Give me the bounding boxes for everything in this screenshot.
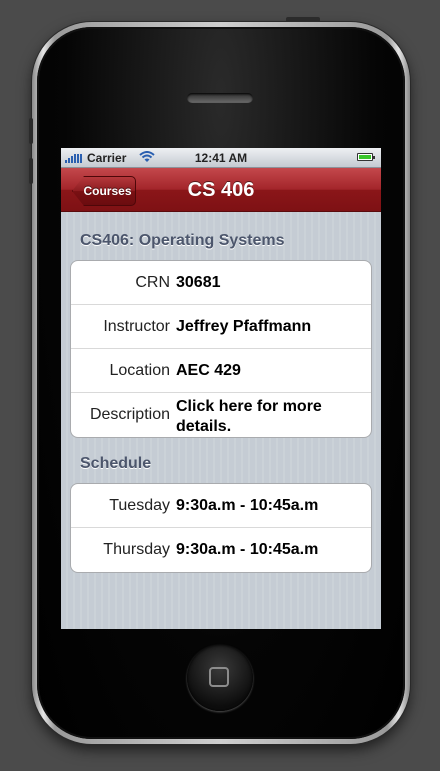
table-row-instructor[interactable]: Instructor Jeffrey Pfaffmann	[71, 305, 371, 349]
sleep-button	[286, 17, 320, 22]
course-section-header: CS406: Operating Systems	[80, 232, 285, 249]
table-row-crn: CRN 30681	[71, 261, 371, 305]
table-row-location[interactable]: Location AEC 429	[71, 349, 371, 393]
table-row-tuesday: Tuesday 9:30a.m - 10:45a.m	[71, 484, 371, 528]
page-title: CS 406	[187, 179, 255, 201]
row-value: AEC 429	[176, 362, 241, 379]
battery-icon	[357, 153, 375, 161]
status-bar: Carrier 12:41 AM	[61, 148, 381, 168]
row-value: Jeffrey Pfaffmann	[176, 318, 312, 335]
schedule-section-header: Schedule	[80, 455, 152, 472]
earpiece-speaker	[187, 93, 253, 103]
home-square-icon	[209, 667, 229, 687]
navigation-bar: Courses CS 406	[61, 168, 381, 212]
row-label: CRN	[135, 274, 170, 291]
screen: Carrier 12:41 AM Courses CS 406 CS406: O…	[61, 148, 381, 629]
row-value: 30681	[176, 274, 221, 291]
row-value: 9:30a.m - 10:45a.m	[176, 541, 319, 558]
volume-up-button	[29, 118, 33, 144]
status-time: 12:41 AM	[194, 151, 248, 165]
row-value: 9:30a.m - 10:45a.m	[176, 497, 319, 514]
home-button[interactable]	[187, 645, 253, 711]
row-label: Tuesday	[109, 497, 170, 514]
table-row-description[interactable]: Description Click here for more details.	[71, 393, 371, 437]
volume-down-button	[29, 158, 33, 184]
row-label: Location	[109, 362, 171, 379]
description-link[interactable]: Click here for more details.	[176, 397, 365, 437]
schedule-table: Tuesday 9:30a.m - 10:45a.m Thursday 9:30…	[70, 483, 372, 573]
row-label: Instructor	[103, 318, 170, 335]
row-label: Thursday	[103, 541, 170, 558]
course-info-table: CRN 30681 Instructor Jeffrey Pfaffmann L…	[70, 260, 372, 438]
row-label: Description	[89, 406, 170, 423]
table-row-thursday: Thursday 9:30a.m - 10:45a.m	[71, 528, 371, 572]
